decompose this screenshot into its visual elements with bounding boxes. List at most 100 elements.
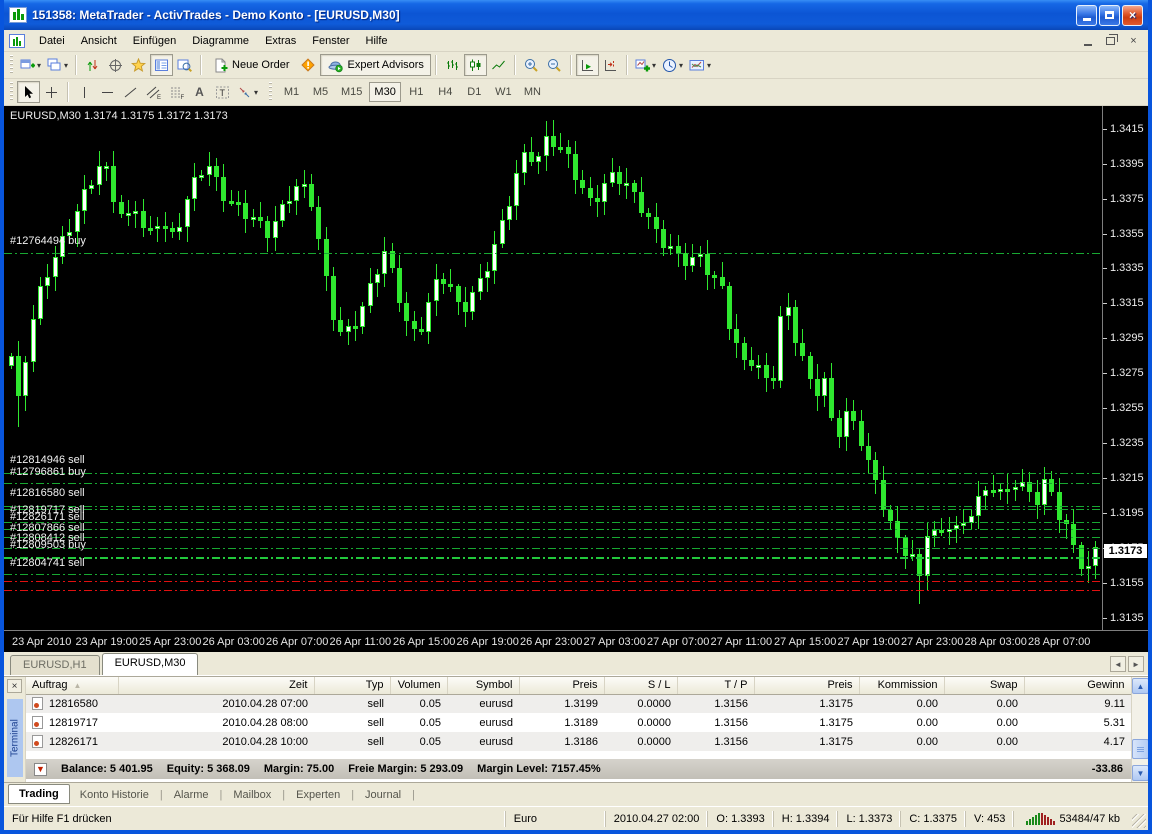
column-header-sl[interactable]: S / L — [604, 677, 677, 694]
column-header-kommission[interactable]: Kommission — [859, 677, 944, 694]
timeframe-h4-button[interactable]: H4 — [432, 82, 459, 102]
time-axis[interactable]: 23 Apr 201023 Apr 19:0025 Apr 23:0026 Ap… — [4, 630, 1148, 652]
scroll-up-icon[interactable]: ▲ — [1132, 678, 1149, 694]
timeframe-m15-button[interactable]: M15 — [336, 82, 367, 102]
terminal-close-icon[interactable]: × — [7, 679, 22, 693]
candlestick-chart-button[interactable] — [464, 54, 487, 76]
text-button[interactable]: A — [188, 81, 211, 103]
crosshair-button[interactable] — [40, 81, 63, 103]
new-order-button[interactable]: Neue Order — [206, 54, 296, 76]
column-header-zeit[interactable]: Zeit — [118, 677, 314, 694]
bar-chart-button[interactable] — [441, 54, 464, 76]
column-header-swap[interactable]: Swap — [944, 677, 1024, 694]
text-label-button[interactable]: T — [211, 81, 234, 103]
terminal-tab-mailbox[interactable]: Mailbox — [223, 786, 281, 804]
column-header-gewinn[interactable]: Gewinn — [1024, 677, 1131, 694]
navigator-button[interactable] — [173, 54, 196, 76]
candle-body — [873, 460, 878, 481]
menu-item-ansicht[interactable]: Ansicht — [73, 32, 125, 50]
equidistant-channel-button[interactable]: E — [142, 81, 165, 103]
terminal-side-strip: × Terminal — [4, 677, 26, 782]
time-axis-label: 27 Apr 11:00 — [711, 636, 773, 648]
timeframe-d1-button[interactable]: D1 — [461, 82, 488, 102]
menu-item-einfügen[interactable]: Einfügen — [125, 32, 184, 50]
menu-item-datei[interactable]: Datei — [31, 32, 73, 50]
scroll-down-icon[interactable]: ▼ — [1132, 765, 1149, 781]
column-header-tp[interactable]: T / P — [677, 677, 754, 694]
child-restore-button[interactable] — [1102, 33, 1119, 48]
horizontal-line-button[interactable] — [96, 81, 119, 103]
terminal-tab-experten[interactable]: Experten — [286, 786, 350, 804]
candle-body — [492, 244, 497, 271]
toolbar-drag-handle[interactable] — [10, 82, 13, 102]
chart-pane[interactable]: EURUSD,M30 1.3174 1.3175 1.3172 1.3173 #… — [4, 106, 1102, 630]
summary-item: Margin: 75.00 — [264, 763, 334, 775]
timeframe-m1-button[interactable]: M1 — [278, 82, 305, 102]
terminal-tab-konto-historie[interactable]: Konto Historie — [70, 786, 159, 804]
timeframe-h1-button[interactable]: H1 — [403, 82, 430, 102]
arrows-button[interactable]: ▾ — [234, 81, 261, 103]
chart-tab-eurusd-m30[interactable]: EURUSD,M30 — [102, 653, 199, 675]
fibonacci-button[interactable]: F — [165, 81, 188, 103]
crosshair-window-button[interactable] — [104, 54, 127, 76]
terminal-tab-journal[interactable]: Journal — [355, 786, 411, 804]
new-chart-button[interactable]: ▾ — [17, 54, 44, 76]
column-header-volumen[interactable]: Volumen — [390, 677, 447, 694]
candle-body — [419, 329, 424, 332]
auto-scroll-button[interactable] — [576, 54, 599, 76]
terminal-tab-trading[interactable]: Trading — [8, 784, 70, 804]
tab-scroll-right-icon[interactable]: ► — [1128, 656, 1144, 672]
column-header-typ[interactable]: Typ — [314, 677, 390, 694]
menu-item-hilfe[interactable]: Hilfe — [358, 32, 396, 50]
column-header-preis[interactable]: Preis — [754, 677, 859, 694]
tab-scroll-left-icon[interactable]: ◄ — [1110, 656, 1126, 672]
candle-body — [617, 172, 622, 184]
vertical-line-button[interactable] — [73, 81, 96, 103]
cursor-button[interactable] — [17, 81, 40, 103]
terminal-scrollbar[interactable]: ▲ ▼ — [1131, 677, 1148, 782]
timeframe-mn-button[interactable]: MN — [519, 82, 546, 102]
column-header-auftrag[interactable]: Auftrag▲ — [26, 677, 118, 694]
expert-advisors-button[interactable]: Expert Advisors — [320, 54, 431, 76]
order-row[interactable]: 128261712010.04.28 10:00sell0.05eurusd1.… — [26, 732, 1131, 751]
column-header-symbol[interactable]: Symbol — [447, 677, 519, 694]
timeframe-w1-button[interactable]: W1 — [490, 82, 517, 102]
chart-tab-eurusd-h1[interactable]: EURUSD,H1 — [10, 655, 100, 675]
terminal-tab-alarme[interactable]: Alarme — [164, 786, 219, 804]
child-close-button[interactable]: × — [1125, 33, 1142, 48]
line-chart-button[interactable] — [487, 54, 510, 76]
cell-zeit: 2010.04.28 10:00 — [118, 732, 314, 751]
warning-button[interactable] — [297, 54, 320, 76]
column-header-preis[interactable]: Preis — [519, 677, 604, 694]
zoom-in-button[interactable] — [520, 54, 543, 76]
price-axis-label: 1.3415 — [1110, 123, 1144, 135]
close-button[interactable]: × — [1122, 5, 1143, 26]
periods-button[interactable]: ▾ — [659, 54, 686, 76]
templates-button[interactable]: ▾ — [686, 54, 714, 76]
zoom-out-button[interactable] — [543, 54, 566, 76]
trendline-button[interactable] — [119, 81, 142, 103]
timeframe-m5-button[interactable]: M5 — [307, 82, 334, 102]
candle-body — [441, 279, 446, 284]
toolbar-drag-handle[interactable] — [269, 82, 272, 102]
chart-area[interactable]: EURUSD,M30 1.3174 1.3175 1.3172 1.3173 #… — [4, 106, 1148, 652]
favorites-button[interactable] — [127, 54, 150, 76]
profiles-button[interactable]: ▾ — [44, 54, 71, 76]
maximize-button[interactable] — [1099, 5, 1120, 26]
indicators-button[interactable]: ▾ — [632, 54, 659, 76]
minimize-button[interactable] — [1076, 5, 1097, 26]
timeframe-m30-button[interactable]: M30 — [369, 82, 400, 102]
market-watch-button[interactable] — [81, 54, 104, 76]
menu-item-diagramme[interactable]: Diagramme — [184, 32, 257, 50]
order-row[interactable]: 128165802010.04.28 07:00sell0.05eurusd1.… — [26, 694, 1131, 713]
terminal-toggle-button[interactable] — [150, 54, 173, 76]
order-row[interactable]: 128197172010.04.28 08:00sell0.05eurusd1.… — [26, 713, 1131, 732]
toolbar-drag-handle[interactable] — [10, 55, 13, 75]
child-minimize-button[interactable] — [1079, 33, 1096, 48]
menu-item-fenster[interactable]: Fenster — [304, 32, 357, 50]
scrollbar-thumb[interactable] — [1132, 739, 1149, 759]
tab-separator: | — [220, 789, 223, 801]
chart-shift-button[interactable] — [599, 54, 622, 76]
menu-item-extras[interactable]: Extras — [257, 32, 304, 50]
resize-grip[interactable] — [1132, 814, 1146, 828]
